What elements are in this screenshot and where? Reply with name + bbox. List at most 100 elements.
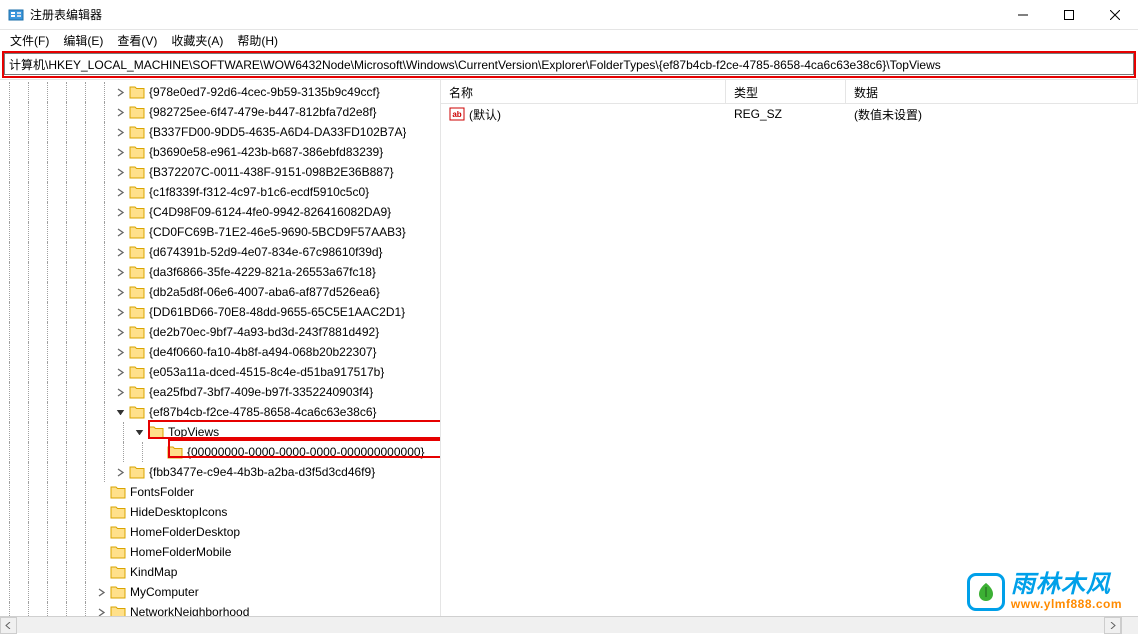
tree-item[interactable]: {d674391b-52d9-4e07-834e-67c98610f39d} bbox=[0, 242, 440, 262]
app-icon bbox=[8, 7, 24, 23]
chevron-right-icon[interactable] bbox=[114, 186, 127, 199]
menu-favorites[interactable]: 收藏夹(A) bbox=[165, 30, 229, 51]
menu-help[interactable]: 帮助(H) bbox=[231, 30, 284, 51]
minimize-button[interactable] bbox=[1000, 0, 1046, 30]
tree-item-label: {ef87b4cb-f2ce-4785-8658-4ca6c63e38c6} bbox=[149, 405, 377, 419]
chevron-right-icon[interactable] bbox=[114, 326, 127, 339]
resize-grip[interactable] bbox=[1121, 617, 1138, 634]
tree-item[interactable]: {e053a11a-dced-4515-8c4e-d51ba917517b} bbox=[0, 362, 440, 382]
scroll-track[interactable] bbox=[17, 617, 1104, 633]
menu-view[interactable]: 查看(V) bbox=[111, 30, 163, 51]
chevron-down-icon[interactable] bbox=[133, 426, 146, 439]
close-button[interactable] bbox=[1092, 0, 1138, 30]
tree-item[interactable]: FontsFolder bbox=[0, 482, 440, 502]
tree-item[interactable]: {de2b70ec-9bf7-4a93-bd3d-243f7881d492} bbox=[0, 322, 440, 342]
tree-item[interactable]: {C4D98F09-6124-4fe0-9942-826416082DA9} bbox=[0, 202, 440, 222]
chevron-right-icon[interactable] bbox=[114, 286, 127, 299]
tree-item[interactable]: {B337FD00-9DD5-4635-A6D4-DA33FD102B7A} bbox=[0, 122, 440, 142]
tree-item-label: {ea25fbd7-3bf7-409e-b97f-3352240903f4} bbox=[149, 385, 373, 399]
folder-icon bbox=[110, 545, 126, 559]
folder-icon bbox=[129, 345, 145, 359]
main-content: {978e0ed7-92d6-4cec-9b59-3135b9c49ccf} {9… bbox=[0, 79, 1138, 619]
address-input[interactable] bbox=[4, 53, 1134, 75]
chevron-right-icon[interactable] bbox=[114, 126, 127, 139]
chevron-right-icon[interactable] bbox=[114, 106, 127, 119]
tree-item-label: {B337FD00-9DD5-4635-A6D4-DA33FD102B7A} bbox=[149, 125, 406, 139]
folder-icon bbox=[110, 525, 126, 539]
chevron-right-icon[interactable] bbox=[114, 226, 127, 239]
folder-icon bbox=[129, 145, 145, 159]
chevron-right-icon[interactable] bbox=[114, 206, 127, 219]
tree-item-label: {d674391b-52d9-4e07-834e-67c98610f39d} bbox=[149, 245, 383, 259]
tree-item[interactable]: HomeFolderMobile bbox=[0, 542, 440, 562]
tree-item[interactable]: MyComputer bbox=[0, 582, 440, 602]
folder-icon bbox=[110, 505, 126, 519]
menu-edit[interactable]: 编辑(E) bbox=[57, 30, 109, 51]
column-header-type[interactable]: 类型 bbox=[726, 80, 846, 103]
horizontal-scrollbar[interactable] bbox=[0, 616, 1138, 633]
folder-icon bbox=[148, 425, 164, 439]
tree-item-label: {982725ee-6f47-479e-b447-812bfa7d2e8f} bbox=[149, 105, 377, 119]
tree-item[interactable]: HideDesktopIcons bbox=[0, 502, 440, 522]
folder-icon bbox=[129, 285, 145, 299]
tree-item[interactable]: {978e0ed7-92d6-4cec-9b59-3135b9c49ccf} bbox=[0, 82, 440, 102]
folder-icon bbox=[129, 245, 145, 259]
tree-item[interactable]: {982725ee-6f47-479e-b447-812bfa7d2e8f} bbox=[0, 102, 440, 122]
folder-icon bbox=[110, 585, 126, 599]
tree-item[interactable]: TopViews bbox=[0, 422, 440, 442]
folder-icon bbox=[110, 565, 126, 579]
value-type: REG_SZ bbox=[726, 105, 846, 123]
chevron-right-icon[interactable] bbox=[114, 86, 127, 99]
maximize-button[interactable] bbox=[1046, 0, 1092, 30]
tree-item[interactable]: {ea25fbd7-3bf7-409e-b97f-3352240903f4} bbox=[0, 382, 440, 402]
column-header-data[interactable]: 数据 bbox=[846, 80, 1138, 103]
menu-file[interactable]: 文件(F) bbox=[4, 30, 55, 51]
chevron-right-icon[interactable] bbox=[114, 366, 127, 379]
folder-icon bbox=[129, 85, 145, 99]
tree-item[interactable]: {de4f0660-fa10-4b8f-a494-068b20b22307} bbox=[0, 342, 440, 362]
tree-item[interactable]: HomeFolderDesktop bbox=[0, 522, 440, 542]
folder-icon bbox=[129, 385, 145, 399]
chevron-right-icon[interactable] bbox=[114, 246, 127, 259]
tree-item-label: {978e0ed7-92d6-4cec-9b59-3135b9c49ccf} bbox=[149, 85, 380, 99]
tree-item[interactable]: {da3f6866-35fe-4229-821a-26553a67fc18} bbox=[0, 262, 440, 282]
scroll-left-button[interactable] bbox=[0, 617, 17, 634]
folder-icon bbox=[129, 405, 145, 419]
tree-item[interactable]: {00000000-0000-0000-0000-000000000000} bbox=[0, 442, 440, 462]
column-header-name[interactable]: 名称 bbox=[441, 80, 726, 103]
list-pane[interactable]: 名称 类型 数据 ab(默认)REG_SZ(数值未设置) bbox=[441, 80, 1138, 619]
chevron-right-icon[interactable] bbox=[114, 466, 127, 479]
folder-icon bbox=[129, 365, 145, 379]
tree-pane[interactable]: {978e0ed7-92d6-4cec-9b59-3135b9c49ccf} {9… bbox=[0, 80, 441, 619]
chevron-right-icon[interactable] bbox=[114, 166, 127, 179]
tree-item[interactable]: {b3690e58-e961-423b-b687-386ebfd83239} bbox=[0, 142, 440, 162]
tree-item-label: {C4D98F09-6124-4fe0-9942-826416082DA9} bbox=[149, 205, 391, 219]
tree-item[interactable]: {fbb3477e-c9e4-4b3b-a2ba-d3f5d3cd46f9} bbox=[0, 462, 440, 482]
chevron-right-icon[interactable] bbox=[114, 346, 127, 359]
folder-icon bbox=[129, 265, 145, 279]
tree-item[interactable]: {DD61BD66-70E8-48dd-9655-65C5E1AAC2D1} bbox=[0, 302, 440, 322]
tree-item-label: HideDesktopIcons bbox=[130, 505, 227, 519]
chevron-right-icon[interactable] bbox=[95, 586, 108, 599]
chevron-down-icon[interactable] bbox=[114, 406, 127, 419]
chevron-right-icon[interactable] bbox=[114, 146, 127, 159]
tree-item-label: HomeFolderDesktop bbox=[130, 525, 240, 539]
tree-item[interactable]: {c1f8339f-f312-4c97-b1c6-ecdf5910c5c0} bbox=[0, 182, 440, 202]
folder-icon bbox=[167, 445, 183, 459]
chevron-right-icon[interactable] bbox=[114, 266, 127, 279]
tree-item-label: {DD61BD66-70E8-48dd-9655-65C5E1AAC2D1} bbox=[149, 305, 405, 319]
folder-icon bbox=[129, 185, 145, 199]
tree-item[interactable]: {db2a5d8f-06e6-4007-aba6-af877d526ea6} bbox=[0, 282, 440, 302]
scroll-right-button[interactable] bbox=[1104, 617, 1121, 634]
chevron-right-icon[interactable] bbox=[114, 386, 127, 399]
tree-item[interactable]: {ef87b4cb-f2ce-4785-8658-4ca6c63e38c6} bbox=[0, 402, 440, 422]
folder-icon bbox=[110, 485, 126, 499]
tree-item[interactable]: {CD0FC69B-71E2-46e5-9690-5BCD9F57AAB3} bbox=[0, 222, 440, 242]
tree-item[interactable]: KindMap bbox=[0, 562, 440, 582]
chevron-right-icon[interactable] bbox=[114, 306, 127, 319]
list-row[interactable]: ab(默认)REG_SZ(数值未设置) bbox=[441, 104, 1138, 124]
tree-item-label: {e053a11a-dced-4515-8c4e-d51ba917517b} bbox=[149, 365, 384, 379]
tree-item-label: {00000000-0000-0000-0000-000000000000} bbox=[187, 445, 425, 459]
tree-item[interactable]: {B372207C-0011-438F-9151-098B2E36B887} bbox=[0, 162, 440, 182]
folder-icon bbox=[129, 105, 145, 119]
